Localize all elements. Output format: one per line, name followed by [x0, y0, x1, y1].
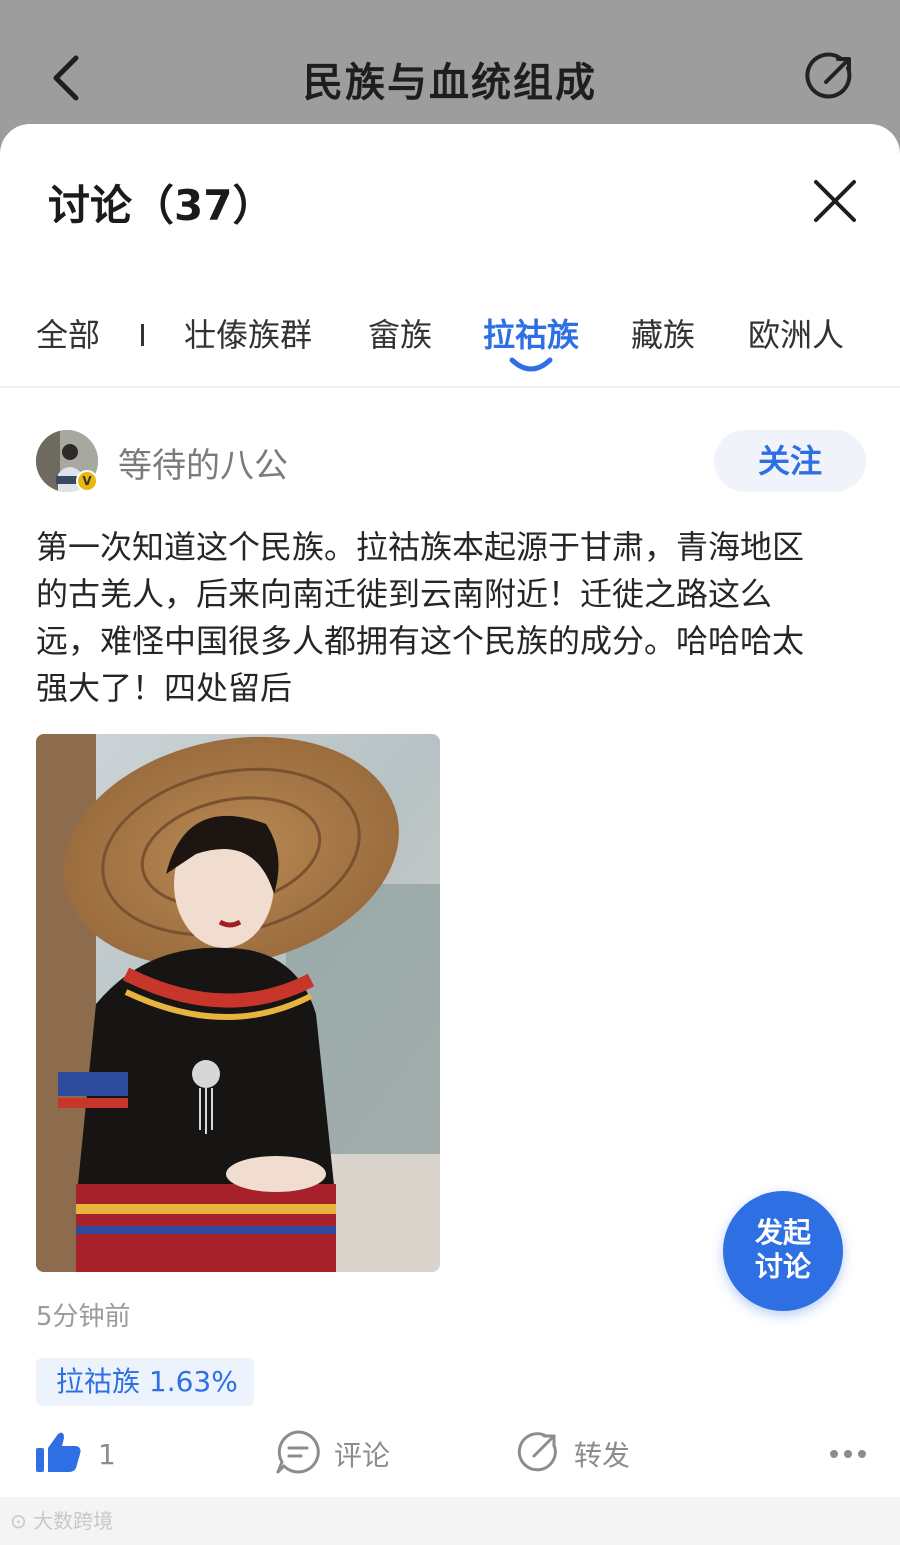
post-line: 远，难怪中国很多人都拥有这个民族的成分。哈哈哈太: [36, 622, 805, 660]
topic-tag[interactable]: 拉祜族 1.63%: [36, 1358, 254, 1406]
sheet-title: 讨论（37）: [48, 181, 275, 230]
like-button[interactable]: 1: [36, 1426, 116, 1482]
post-line: 强大了！四处留后: [36, 669, 293, 707]
like-count: 1: [98, 1437, 116, 1471]
fab-label-line: 发起: [754, 1216, 811, 1249]
active-tab-indicator: [508, 356, 554, 374]
tab-zang[interactable]: 藏族: [631, 310, 695, 356]
start-discussion-button[interactable]: 发起 讨论: [723, 1191, 843, 1311]
post-line: 第一次知道这个民族。拉祜族本起源于甘肃，青海地区: [36, 528, 805, 566]
repost-label: 转发: [574, 1439, 631, 1472]
post-timestamp: 5分钟前: [36, 1302, 131, 1332]
more-options-icon[interactable]: [828, 1426, 868, 1482]
discussion-sheet: 讨论（37） 全部 壮傣族群 畲族 拉祜族 藏族 欧洲人 V 等待的八公 关注 …: [0, 124, 900, 1545]
comment-label: 评论: [334, 1439, 391, 1472]
tab-lahu[interactable]: 拉祜族: [483, 310, 579, 356]
verified-badge: V: [76, 470, 98, 492]
post-photo[interactable]: [36, 734, 440, 1272]
watermark-text: 大数跨境: [33, 1509, 114, 1533]
thumbs-up-icon: [36, 1430, 82, 1478]
watermark-logo-icon: ⊙: [10, 1509, 34, 1533]
divider: [0, 386, 900, 388]
bottom-strip: ⊙ 大数跨境: [0, 1497, 900, 1545]
repost-button[interactable]: 转发: [514, 1426, 630, 1482]
tab-bar: 全部 壮傣族群 畲族 拉祜族 藏族 欧洲人: [0, 304, 900, 388]
author-name[interactable]: 等待的八公: [118, 438, 288, 487]
tab-all[interactable]: 全部: [36, 310, 100, 356]
follow-button[interactable]: 关注: [714, 430, 866, 492]
tab-divider: [141, 324, 144, 346]
share-icon[interactable]: [802, 48, 860, 106]
watermark: ⊙ 大数跨境: [10, 1505, 113, 1534]
post-action-bar: 1 评论 转发: [0, 1418, 900, 1488]
fab-label-line: 讨论: [754, 1250, 811, 1283]
tab-european[interactable]: 欧洲人: [748, 310, 844, 356]
tab-zhuang-dai[interactable]: 壮傣族群: [184, 310, 312, 356]
close-icon[interactable]: [808, 174, 862, 228]
post-content: 第一次知道这个民族。拉祜族本起源于甘肃，青海地区 的古羌人，后来向南迁徙到云南附…: [36, 524, 856, 712]
post-line: 的古羌人，后来向南迁徙到云南附近！迁徙之路这么: [36, 575, 773, 613]
tab-she[interactable]: 畲族: [368, 310, 432, 356]
comment-button[interactable]: 评论: [274, 1426, 390, 1482]
share-icon: [514, 1428, 562, 1480]
comment-icon: [274, 1428, 322, 1480]
page-title: 民族与血统组成: [303, 60, 597, 106]
